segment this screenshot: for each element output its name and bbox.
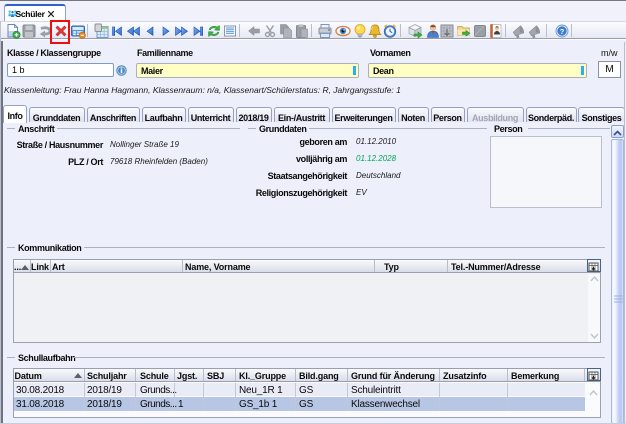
- svg-text:?: ?: [560, 27, 565, 36]
